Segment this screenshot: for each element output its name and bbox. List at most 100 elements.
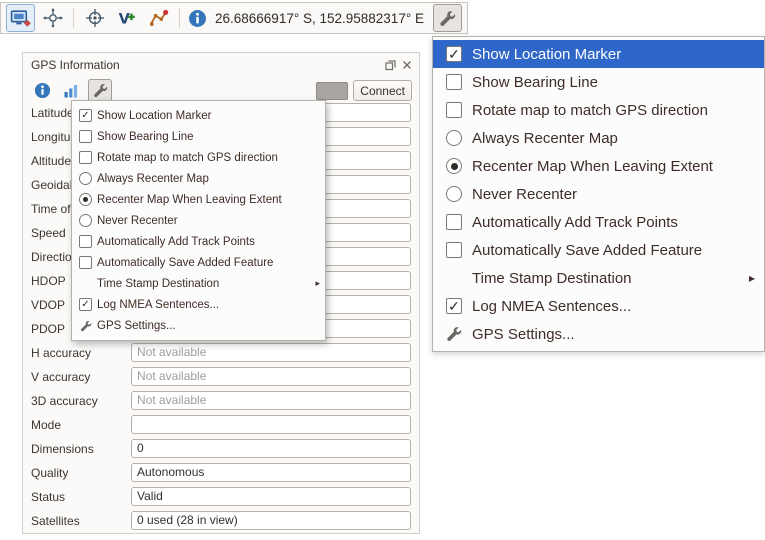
- unselected-radio-icon: [442, 126, 466, 150]
- wrench-icon: [439, 10, 456, 27]
- menu-item-time-stamp-destination[interactable]: Time Stamp Destination▸: [433, 264, 764, 292]
- wrench-icon: [77, 317, 94, 334]
- submenu-arrow-icon: ▸: [749, 271, 755, 285]
- menu-item-gps-settings[interactable]: GPS Settings...: [72, 315, 325, 336]
- menu-item-label: Show Bearing Line: [472, 74, 598, 91]
- toolbar-separator: [73, 8, 74, 28]
- page: V 26.68666917° S, 152.95882317° E: [0, 0, 765, 540]
- unchecked-checkbox-icon: [442, 98, 466, 122]
- menu-item-always-recenter-map[interactable]: Always Recenter Map: [72, 168, 325, 189]
- menu-item-automatically-add-track-points[interactable]: Automatically Add Track Points: [433, 208, 764, 236]
- form-row-v-accuracy: V accuracyNot available: [31, 367, 411, 386]
- menu-item-label: Always Recenter Map: [472, 130, 618, 147]
- menu-item-automatically-save-added-feature[interactable]: Automatically Save Added Feature: [72, 252, 325, 273]
- menu-item-time-stamp-destination[interactable]: Time Stamp Destination ▸: [72, 273, 325, 294]
- svg-text:V: V: [118, 12, 130, 28]
- add-vertex-button[interactable]: V: [112, 4, 141, 32]
- menu-item-label: Automatically Save Added Feature: [97, 257, 273, 269]
- checked-checkbox-icon: ✓: [442, 42, 466, 66]
- float-panel-button[interactable]: [384, 59, 396, 71]
- gps-panel-icon: [10, 8, 31, 29]
- field-label: Satellites: [31, 514, 131, 528]
- field-3d-accuracy[interactable]: Not available: [131, 391, 411, 410]
- gps-location-tool-button[interactable]: [80, 4, 109, 32]
- menu-item-show-bearing-line[interactable]: Show Bearing Line: [72, 126, 325, 147]
- wrench-icon: [442, 322, 466, 346]
- menu-item-never-recenter[interactable]: Never Recenter: [433, 180, 764, 208]
- menu-item-gps-settings[interactable]: GPS Settings...: [433, 320, 764, 348]
- field-label: Dimensions: [31, 442, 131, 456]
- gps-coordinates-display: 26.68666917° S, 152.95882317° E: [215, 11, 424, 26]
- main-toolbar: V 26.68666917° S, 152.95882317° E: [0, 2, 468, 34]
- add-track-point-button[interactable]: [144, 4, 173, 32]
- form-row-satellites: Satellites0 used (28 in view): [31, 511, 411, 530]
- field-h-accuracy[interactable]: Not available: [131, 343, 411, 362]
- menu-item-recenter-map-when-leaving-extent[interactable]: Recenter Map When Leaving Extent: [72, 189, 325, 210]
- form-row-quality: QualityAutonomous: [31, 463, 411, 482]
- unselected-radio-icon: [77, 212, 94, 229]
- field-satellites[interactable]: 0 used (28 in view): [131, 511, 411, 530]
- recenter-map-button[interactable]: [38, 4, 67, 32]
- checked-checkbox-icon: ✓: [77, 296, 94, 313]
- form-row-dimensions: Dimensions0: [31, 439, 411, 458]
- menu-item-label: Rotate map to match GPS direction: [472, 102, 708, 119]
- checked-checkbox-icon: ✓: [77, 107, 94, 124]
- gps-status-indicator[interactable]: [316, 82, 348, 100]
- menu-item-label: Log NMEA Sentences...: [472, 298, 631, 315]
- field-mode[interactable]: [131, 415, 411, 434]
- field-status[interactable]: Valid: [131, 487, 411, 506]
- field-v-accuracy[interactable]: Not available: [131, 367, 411, 386]
- track-line-icon: [149, 8, 169, 28]
- menu-item-label: Automatically Save Added Feature: [472, 242, 702, 259]
- unselected-radio-icon: [442, 182, 466, 206]
- close-panel-button[interactable]: [401, 59, 413, 71]
- field-dimensions[interactable]: 0: [131, 439, 411, 458]
- unchecked-checkbox-icon: [442, 210, 466, 234]
- panel-toolbar: Connect: [23, 75, 419, 103]
- field-label: H accuracy: [31, 346, 131, 360]
- wrench-icon: [93, 83, 108, 98]
- unchecked-checkbox-icon: [77, 149, 94, 166]
- menu-icon-spacer: [442, 266, 466, 290]
- menu-item-recenter-map-when-leaving-extent[interactable]: Recenter Map When Leaving Extent: [433, 152, 764, 180]
- menu-item-automatically-add-track-points[interactable]: Automatically Add Track Points: [72, 231, 325, 252]
- panel-window-controls: [384, 59, 413, 71]
- signal-strength-button[interactable]: [59, 79, 83, 103]
- gps-options-menu: ✓Show Location Marker Show Bearing Line Ro…: [71, 100, 326, 341]
- submenu-arrow-icon: ▸: [315, 278, 320, 289]
- menu-item-automatically-save-added-feature[interactable]: Automatically Save Added Feature: [433, 236, 764, 264]
- menu-item-never-recenter[interactable]: Never Recenter: [72, 210, 325, 231]
- menu-item-rotate-map-to-match-gps-direction[interactable]: Rotate map to match GPS direction: [72, 147, 325, 168]
- recenter-crosshair-icon: [43, 8, 63, 28]
- bar-chart-icon: [63, 83, 79, 99]
- menu-item-always-recenter-map[interactable]: Always Recenter Map: [433, 124, 764, 152]
- menu-item-show-location-marker[interactable]: ✓Show Location Marker: [433, 40, 764, 68]
- menu-item-show-bearing-line[interactable]: Show Bearing Line: [433, 68, 764, 96]
- menu-item-label: GPS Settings...: [97, 320, 176, 332]
- add-vertex-icon: V: [117, 8, 137, 28]
- form-row-status: StatusValid: [31, 487, 411, 506]
- menu-item-label: Show Bearing Line: [97, 131, 194, 143]
- unchecked-checkbox-icon: [442, 70, 466, 94]
- gps-options-button[interactable]: [88, 79, 112, 103]
- gps-settings-menu-button[interactable]: [433, 4, 462, 32]
- unselected-radio-icon: [77, 170, 94, 187]
- gps-information-toggle-button[interactable]: [6, 4, 35, 32]
- panel-title: GPS Information: [31, 58, 120, 72]
- menu-item-rotate-map-to-match-gps-direction[interactable]: Rotate map to match GPS direction: [433, 96, 764, 124]
- gps-options-menu-expanded: ✓Show Location Marker Show Bearing Line Ro…: [432, 36, 765, 352]
- menu-item-log-nmea-sentences[interactable]: ✓Log NMEA Sentences...: [72, 294, 325, 315]
- menu-item-label: Always Recenter Map: [97, 173, 209, 185]
- position-info-button[interactable]: [30, 79, 54, 103]
- unchecked-checkbox-icon: [442, 238, 466, 262]
- info-icon: [186, 7, 208, 29]
- menu-item-log-nmea-sentences[interactable]: ✓ Log NMEA Sentences...: [433, 292, 764, 320]
- menu-item-label: Time Stamp Destination: [97, 278, 219, 290]
- checked-checkbox-icon: ✓: [442, 294, 466, 318]
- field-quality[interactable]: Autonomous: [131, 463, 411, 482]
- menu-icon-spacer: [77, 275, 94, 292]
- connect-button[interactable]: Connect: [353, 80, 412, 101]
- menu-item-show-location-marker[interactable]: ✓Show Location Marker: [72, 105, 325, 126]
- unchecked-checkbox-icon: [77, 254, 94, 271]
- menu-item-label: Automatically Add Track Points: [472, 214, 678, 231]
